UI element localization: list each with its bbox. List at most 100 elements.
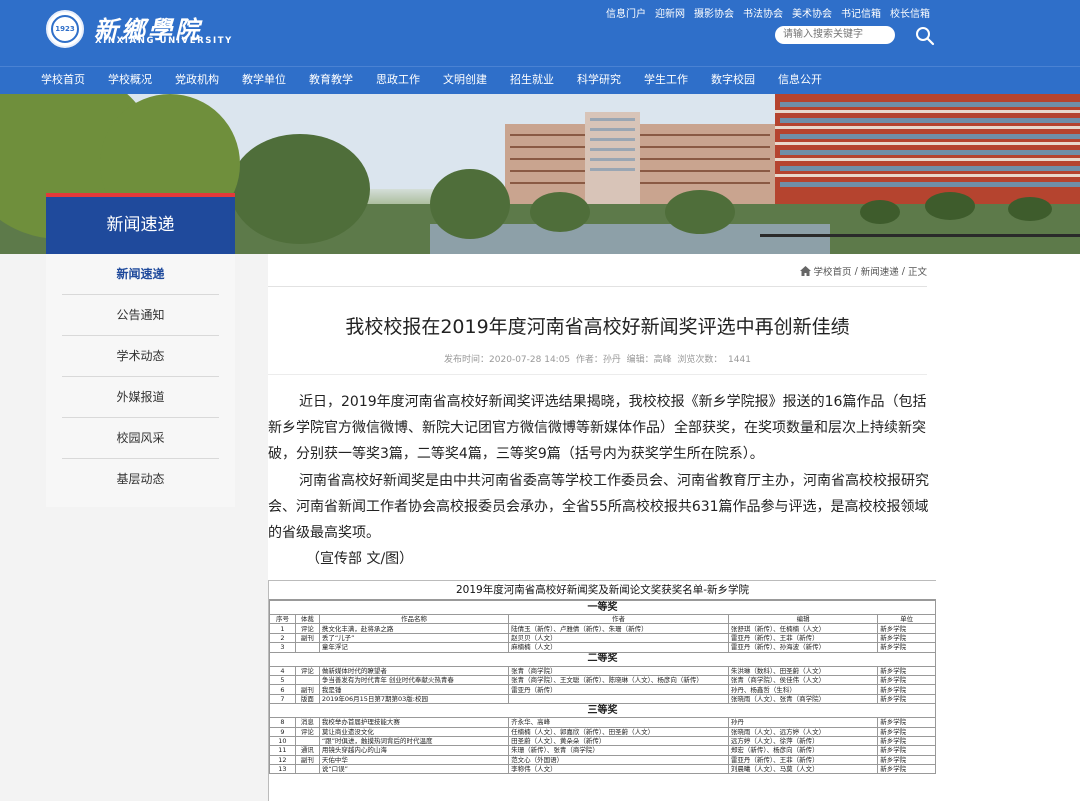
top-link[interactable]: 迎新网 [655, 5, 685, 20]
table-cell: 童年浮记 [318, 642, 510, 653]
table-cell: 新乡学院 [877, 632, 936, 644]
table-cell: 5 [269, 674, 296, 686]
table-row: 3 童年浮记 麻楠楠（人文） 雷亚丹（新传）、孙海波（新传） 新乡学院 [269, 642, 936, 653]
sidebar-item[interactable]: 基层动态 [62, 459, 219, 500]
university-seal-logo[interactable]: 1923 [46, 10, 84, 48]
nav-item[interactable]: 数字校园 [711, 67, 755, 94]
table-cell: 张舒琪（新传）、任楠楠（人文） [727, 623, 879, 634]
table-row: 4 评论 做新媒体时代的瞭望者 张青（商学院） 朱洪琳（数科）、田圣蔚（人文） 新乡学院 [269, 665, 936, 676]
table-cell: 雷亚丹（新传） [508, 684, 729, 695]
table-cell: 版面 [294, 693, 320, 705]
table-cell: “跟”时俱进，触摸热词背后的时代温度 [318, 735, 510, 747]
table-cell: 消息 [294, 717, 320, 728]
top-link[interactable]: 书记信箱 [841, 5, 881, 20]
table-row: 2 副刊 丢了“儿子” 赵贝贝（人文） 雷亚丹（新传）、王菲（新传） 新乡学院 [269, 632, 936, 644]
table-cell: 单位 [877, 613, 936, 625]
table-cell: 评论 [294, 623, 320, 634]
nav-item[interactable]: 学校首页 [41, 67, 85, 94]
article-paragraph-1: 近日，2019年度河南省高校好新闻奖评选结果揭晓，我校校报《新乡学院报》报送的1… [268, 394, 927, 462]
nav-item[interactable]: 招生就业 [510, 67, 554, 94]
table-cell: 评论 [294, 726, 320, 737]
table-cell: 12 [269, 754, 296, 766]
table-cell: 范文心（外国语） [508, 754, 729, 766]
sidebar-item[interactable]: 公告通知 [62, 295, 219, 336]
sidebar-menu: 新闻速递 公告通知 学术动态 外媒报道 校园风采 基层动态 [46, 254, 235, 507]
table-cell [508, 693, 729, 705]
top-link[interactable]: 信息门户 [606, 5, 646, 20]
table-row: 13 说“口误” 李称伟（人文） 刘晨曦（人文）、马莫（人文） 新乡学院 [269, 764, 936, 775]
top-link[interactable]: 摄影协会 [694, 5, 734, 20]
table-cell: 13 [269, 764, 296, 775]
table-cell: 三等奖 [269, 703, 936, 719]
table-cell: 郑宏（新传）、杨彦向（新传） [727, 745, 879, 756]
table-row: 1 评论 携文化丰满，赴将承之路 陆倩玉（新传）、卢雅倩（新传）、朱珊（新传） 张舒琪（… [269, 623, 936, 634]
table-cell: 刘晨曦（人文）、马莫（人文） [727, 764, 879, 775]
table-cell: 新乡学院 [877, 745, 936, 756]
table-cell: 任楠楠（人文）、郭嘉欣（新传）、田圣蔚（人文） [508, 726, 729, 737]
table-cell: 8 [269, 717, 296, 728]
table-row: 5 争当善发有为时代青年 创业时代奉献火热青春 张青（商学院）、王文聪（新传）、陈晓… [269, 674, 936, 686]
table-cell: 我校举办首届护理技能大赛 [318, 717, 510, 728]
nav-item[interactable]: 文明创建 [443, 67, 487, 94]
table-cell: 张青（商学院）、侯佳伟（人文） [727, 674, 879, 686]
table-cell: 张青（商学院）、王文聪（新传）、陈晓琳（人文）、杨彦向（新传） [508, 674, 729, 686]
table-cell: 新乡学院 [877, 693, 936, 705]
table-cell: 齐永华、高峰 [508, 717, 729, 728]
table-cell: 新乡学院 [877, 623, 936, 634]
sidebar-item[interactable]: 学术动态 [62, 336, 219, 377]
table-row: 6 副刊 我是锤 雷亚丹（新传） 孙丹、杨鑫哲（生科） 新乡学院 [269, 684, 936, 695]
table-cell: 新乡学院 [877, 642, 936, 653]
sidebar-title: 新闻速递 [46, 193, 235, 254]
nav-item[interactable]: 信息公开 [778, 67, 822, 94]
table-cell: 作者 [508, 613, 729, 625]
nav-item[interactable]: 教学单位 [242, 67, 286, 94]
table-cell: 张晓雨（人文）、张青（商学院） [727, 693, 879, 705]
table-cell: 用镜头穿越内心的山海 [318, 745, 510, 756]
top-link[interactable]: 美术协会 [792, 5, 832, 20]
divider [268, 374, 927, 375]
breadcrumb-home[interactable]: 学校首页 [814, 264, 852, 278]
table-cell: 新乡学院 [877, 674, 936, 686]
nav-item[interactable]: 党政机构 [175, 67, 219, 94]
search-input[interactable] [775, 26, 895, 44]
sidebar-item[interactable]: 新闻速递 [62, 254, 219, 295]
table-row: 9 评论 莫让商业遗没文化 任楠楠（人文）、郭嘉欣（新传）、田圣蔚（人文） 张晓雨（人文… [269, 726, 936, 737]
table-cell: 编辑 [727, 613, 879, 625]
table-row: 8 消息 我校举办首届护理技能大赛 齐永华、高峰 孙丹 新乡学院 [269, 717, 936, 728]
sidebar-item[interactable]: 校园风采 [62, 418, 219, 459]
article-area: 学校首页 / 新闻速递 / 正文 我校校报在2019年度河南省高校好新闻奖评选中… [268, 254, 1080, 801]
award-section-header: 二等奖 [269, 651, 936, 667]
nav-item[interactable]: 思政工作 [376, 67, 420, 94]
divider [268, 286, 927, 287]
table-cell: 做新媒体时代的瞭望者 [318, 665, 510, 676]
table-cell: 新乡学院 [877, 764, 936, 775]
nav-item[interactable]: 学生工作 [644, 67, 688, 94]
article-meta: 发布时间：2020-07-28 14:05 作者：孙丹 编辑：高峰 浏览次数： … [444, 355, 751, 365]
table-cell: 4 [269, 665, 296, 676]
breadcrumb-separator: / [854, 265, 858, 277]
nav-item[interactable]: 教育教学 [309, 67, 353, 94]
table-cell: 雷亚丹（新传）、孙海波（新传） [727, 642, 879, 653]
breadcrumb-section[interactable]: 新闻速递 [861, 264, 899, 278]
table-cell: 新乡学院 [877, 665, 936, 676]
top-link[interactable]: 书法协会 [743, 5, 783, 20]
table-cell: 丢了“儿子” [318, 632, 510, 644]
table-cell: 远方婷（人文）、徐萍（新传） [727, 735, 879, 747]
table-cell: 新乡学院 [877, 735, 936, 747]
table-cell [294, 642, 320, 653]
table-cell: 朱洪琳（数科）、田圣蔚（人文） [727, 665, 879, 676]
table-row: 11 通讯 用镜头穿越内心的山海 朱珊（新传）、张青（商学院） 郑宏（新传）、杨彦向（新… [269, 745, 936, 756]
article-paragraph-2: 河南省高校好新闻奖是由中共河南省委高等学校工作委员会、河南省教育厅主办，河南省高… [268, 473, 929, 541]
table-cell: 莫让商业遗没文化 [318, 726, 510, 737]
table-cell: 通讯 [294, 745, 320, 756]
table-cell: 天佑中华 [318, 754, 510, 766]
nav-item[interactable]: 科学研究 [577, 67, 621, 94]
table-cell: 作品名称 [318, 613, 510, 625]
search-icon[interactable] [915, 26, 935, 46]
table-row: 7 版面 2019年06月15日第7期第03版:校园 张晓雨（人文）、张青（商学院）新… [269, 693, 936, 705]
top-link[interactable]: 校长信箱 [890, 5, 930, 20]
sidebar-item[interactable]: 外媒报道 [62, 377, 219, 418]
table-cell: 争当善发有为时代青年 创业时代奉献火热青春 [318, 674, 510, 686]
table-cell: 新乡学院 [877, 717, 936, 728]
nav-item[interactable]: 学校概况 [108, 67, 152, 94]
